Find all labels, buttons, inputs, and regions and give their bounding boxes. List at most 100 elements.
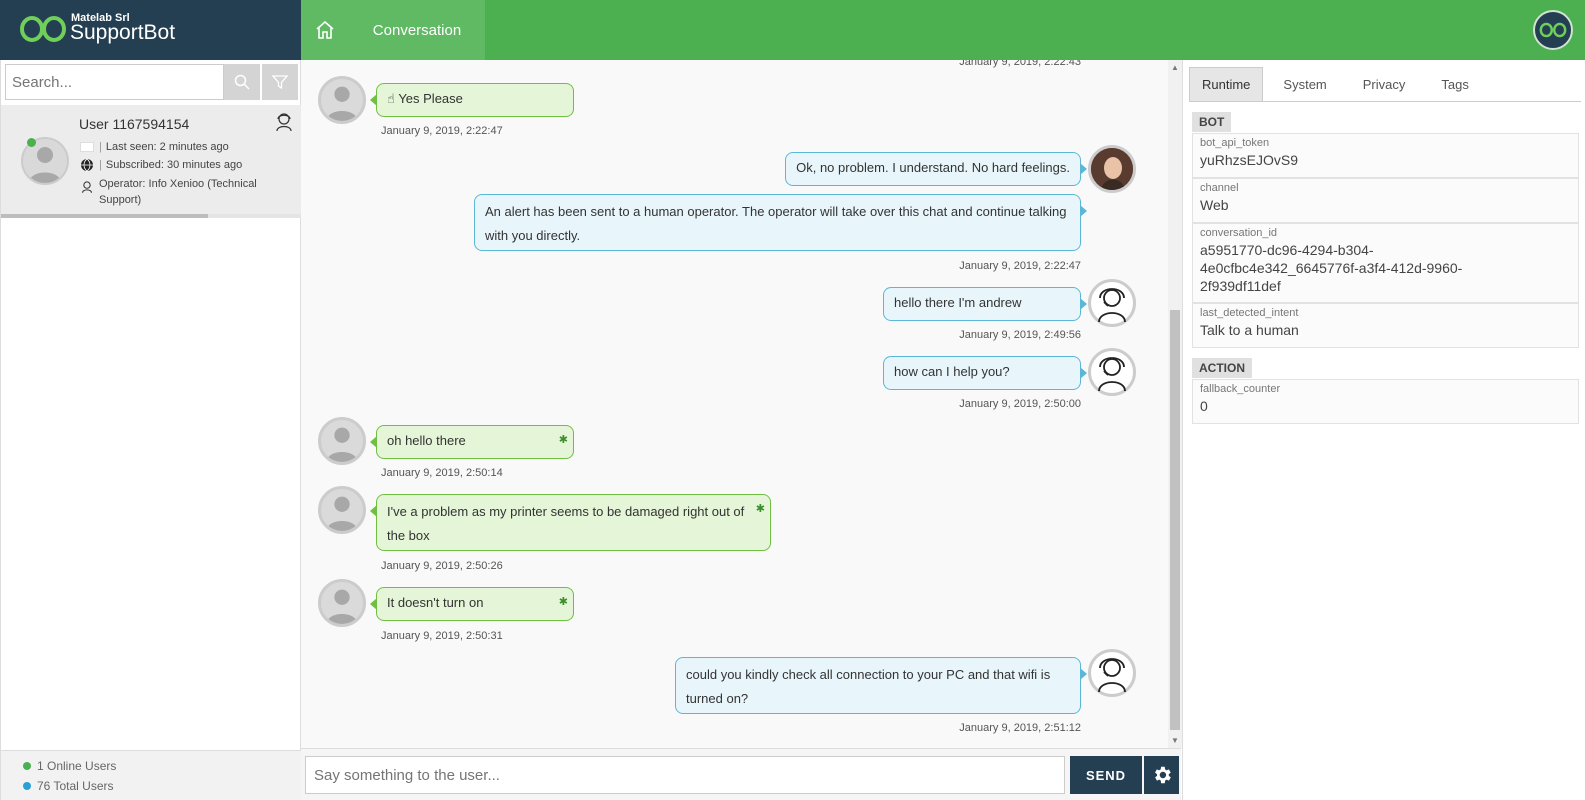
brand[interactable]: Matelab Srl SupportBot — [0, 0, 301, 60]
gear-icon[interactable]: ✱ — [756, 497, 765, 521]
variable-row: fallback_counter 0 — [1192, 379, 1579, 424]
tab-conversation[interactable]: Conversation — [349, 0, 485, 60]
user-card-progress-fill — [1, 214, 208, 218]
top-bar: Matelab Srl SupportBot Conversation — [0, 0, 1585, 60]
user-silhouette-icon — [326, 496, 358, 531]
gear-icon[interactable]: ✱ — [559, 428, 568, 452]
variable-value: Web — [1200, 197, 1229, 213]
tabs-divider — [1189, 101, 1581, 102]
bot-section-label: BOT — [1192, 112, 1232, 132]
operator-text-line2: Support) — [99, 194, 142, 206]
user-avatar — [318, 486, 366, 534]
variable-value: yuRhzsEJOvS9 — [1200, 152, 1299, 168]
user-sidebar: User 1167594154 | Last seen: 2 minutes a… — [0, 60, 301, 800]
user-silhouette-icon — [326, 427, 358, 462]
scroll-up-arrow-icon[interactable]: ▲ — [1171, 63, 1179, 72]
online-users-text: 1 Online Users — [37, 759, 117, 773]
total-users-text: 76 Total Users — [37, 779, 114, 793]
bot-message: Ok, no problem. I understand. No hard fe… — [785, 152, 1087, 186]
operator-avatar — [1088, 348, 1136, 396]
user-stats: 1 Online Users 76 Total Users — [1, 750, 301, 800]
variable-value: Talk to a human — [1200, 322, 1299, 338]
variable-row: last_detected_intent Talk to a human — [1192, 303, 1579, 348]
green-dot-icon — [23, 762, 31, 770]
user-message: It doesn't turn on ✱ — [370, 587, 574, 621]
user-message: oh hello there ✱ — [370, 425, 574, 459]
search-row — [5, 64, 298, 100]
online-users-stat: 1 Online Users — [23, 759, 116, 773]
filter-button[interactable] — [262, 64, 298, 100]
message-text-line1: I've a problem as my printer seems to be… — [387, 504, 745, 519]
details-panel: Runtime System Privacy Tags BOT bot_api_… — [1182, 60, 1585, 800]
headset-agent-icon — [1098, 288, 1126, 323]
account-avatar[interactable] — [1533, 10, 1573, 50]
user-avatar — [318, 76, 366, 124]
logo-icon — [20, 16, 66, 42]
variable-row: conversation_id a5951770-dc96-4294-b304-… — [1192, 223, 1579, 303]
hand-pointer-icon: ☝ — [387, 91, 395, 106]
scroll-down-arrow-icon[interactable]: ▼ — [1171, 736, 1179, 745]
message-text: It doesn't turn on — [387, 595, 484, 610]
operator-avatar — [1088, 279, 1136, 327]
variable-key: last_detected_intent — [1200, 307, 1299, 319]
message-timestamp: January 9, 2019, 2:49:56 — [959, 329, 1081, 341]
user-silhouette-icon — [326, 589, 358, 624]
product-name: SupportBot — [70, 21, 176, 44]
operator-avatar — [1088, 649, 1136, 697]
total-users-stat: 76 Total Users — [23, 779, 113, 793]
message-text-line2: with you directly. — [485, 228, 581, 243]
tab-tags[interactable]: Tags — [1429, 67, 1480, 101]
scroll-thumb[interactable] — [1170, 310, 1180, 730]
user-message: I've a problem as my printer seems to be… — [370, 494, 771, 551]
logo-small-icon — [1539, 22, 1567, 38]
user-avatar — [318, 579, 366, 627]
message-text: hello there I'm andrew — [894, 295, 1022, 310]
tab-runtime[interactable]: Runtime — [1189, 67, 1264, 101]
message-text: Ok, no problem. I understand. No hard fe… — [796, 160, 1070, 175]
message-timestamp: January 9, 2019, 2:50:14 — [381, 467, 503, 479]
search-button[interactable] — [224, 64, 260, 100]
user-card-progress — [1, 214, 301, 218]
message-timestamp: January 9, 2019, 2:50:31 — [381, 630, 503, 642]
variable-key: fallback_counter — [1200, 383, 1281, 395]
variable-row: bot_api_token yuRhzsEJOvS9 — [1192, 133, 1579, 178]
gear-icon — [1154, 766, 1171, 784]
message-timestamp: January 9, 2019, 2:51:12 — [959, 722, 1081, 734]
send-button[interactable]: SEND — [1070, 756, 1142, 794]
variable-value-line2: 4e0cfbc4e342_6645776f-a3f4-412d-9960- — [1200, 260, 1463, 276]
action-section-label: ACTION — [1192, 358, 1252, 378]
last-seen-text: Last seen: 2 minutes ago — [105, 141, 229, 153]
woman-photo-icon — [1091, 148, 1133, 190]
user-name: User 1167594154 — [79, 116, 190, 132]
app: Matelab Srl SupportBot Conversation Sear… — [0, 0, 1585, 800]
message-text-line2: the box — [387, 528, 430, 543]
variable-value: a5951770-dc96-4294-b304- 4e0cfbc4e342_66… — [1200, 241, 1571, 295]
home-icon — [316, 20, 334, 39]
headset-agent-icon — [1098, 658, 1126, 693]
user-list-item[interactable]: User 1167594154 | Last seen: 2 minutes a… — [1, 105, 301, 218]
operator-icon[interactable] — [273, 111, 295, 138]
message-composer: SEND — [301, 748, 1181, 800]
flag-icon — [79, 140, 95, 154]
online-status-dot — [27, 138, 36, 147]
message-text-line1: could you kindly check all connection to… — [686, 667, 1051, 682]
variable-key: bot_api_token — [1200, 137, 1270, 149]
message-text-line1: An alert has been sent to a human operat… — [485, 204, 1067, 219]
user-silhouette-icon — [326, 86, 358, 121]
search-input[interactable] — [5, 64, 224, 100]
home-button[interactable] — [301, 0, 349, 60]
tab-privacy[interactable]: Privacy — [1351, 67, 1418, 101]
conversation-panel[interactable]: January 9, 2019, 2:22:43 ☝ Yes Please Ja… — [301, 60, 1181, 748]
settings-button[interactable] — [1144, 756, 1179, 794]
tab-system[interactable]: System — [1271, 67, 1338, 101]
gear-icon[interactable]: ✱ — [559, 590, 568, 614]
user-avatar — [318, 417, 366, 465]
variable-row: channel Web — [1192, 178, 1579, 223]
message-timestamp: January 9, 2019, 2:22:43 — [959, 60, 1081, 68]
chat-scrollbar[interactable]: ▲ ▼ — [1168, 60, 1182, 748]
operator-text-line1: Operator: Info Xenioo (Technical — [99, 178, 257, 190]
filter-icon — [272, 75, 288, 90]
bot-message: An alert has been sent to a human operat… — [474, 194, 1087, 251]
details-tabs: Runtime System Privacy Tags — [1189, 67, 1493, 101]
message-input[interactable] — [305, 756, 1065, 794]
